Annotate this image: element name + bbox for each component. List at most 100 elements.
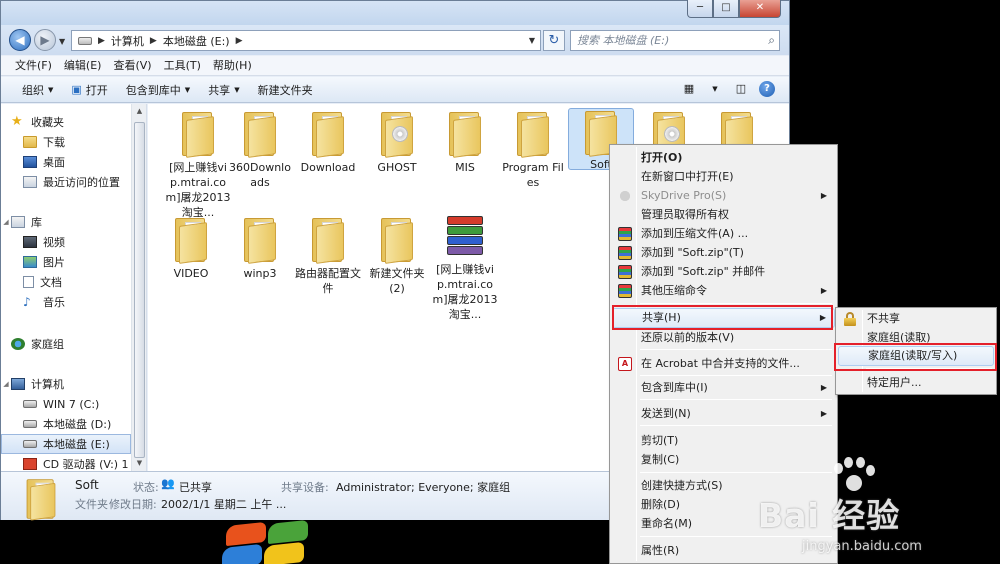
scroll-down-arrow-icon[interactable]: ▼ [132, 456, 147, 471]
nav-label: CD 驱动器 (V:) 1 [43, 458, 129, 471]
submenu-arrow-icon: ▶ [820, 191, 827, 200]
view-options-icon[interactable]: ▦ [681, 81, 697, 97]
nav-drive-cd[interactable]: CD 驱动器 (V:) 1 [1, 454, 131, 471]
file-item[interactable]: Download [295, 110, 361, 175]
menu-separator [640, 375, 832, 376]
desktop-icon [23, 156, 37, 168]
chevron-right-icon[interactable]: ▶ [150, 36, 157, 46]
file-item[interactable]: MIS [432, 110, 498, 175]
title-bar: ─ □ ✕ [1, 0, 789, 25]
menu-item-add-soft-zip-email[interactable]: 添加到 "Soft.zip" 并邮件 [612, 262, 835, 282]
tree-toggle[interactable]: ◢ [1, 380, 11, 388]
detail-status-label: 状态: [133, 481, 159, 494]
menu-label: 属性(R) [641, 544, 680, 557]
nav-downloads[interactable]: 下载 [1, 132, 131, 152]
file-item[interactable]: [网上赚钱vip.mtrai.com]屠龙2013淘宝... [432, 216, 498, 322]
back-button[interactable]: ◀ [9, 29, 31, 51]
submenu-item-specific-users[interactable]: 特定用户... [838, 373, 994, 393]
menu-item-include-library[interactable]: 包含到库中(I) ▶ [612, 378, 835, 398]
chevron-down-icon[interactable]: ▼ [707, 81, 723, 97]
computer-icon [11, 378, 25, 390]
file-name: VIDEO [173, 267, 209, 280]
music-icon: ♪ [23, 295, 31, 309]
file-item[interactable]: GHOST [364, 110, 430, 175]
menu-item-other-compress[interactable]: 其他压缩命令 ▶ [612, 281, 835, 301]
maximize-button[interactable]: □ [713, 0, 739, 18]
menu-item-cut[interactable]: 剪切(T) [612, 431, 835, 451]
acrobat-icon: A [618, 357, 632, 371]
folder-icon [242, 112, 278, 158]
file-item[interactable]: [网上赚钱vip.mtrai.com]屠龙2013淘宝... [165, 110, 231, 220]
folder-icon [25, 479, 57, 521]
recent-pages-dropdown[interactable]: ▼ [59, 37, 65, 46]
address-field[interactable]: ▶ 计算机 ▶ 本地磁盘 (E:) ▶ ▼ [71, 30, 541, 51]
include-library-button[interactable]: 包含到库中 ▼ [117, 82, 199, 98]
menu-tools[interactable]: 工具(T) [158, 56, 207, 75]
help-icon[interactable]: ? [759, 81, 775, 97]
nav-drive-e[interactable]: 本地磁盘 (E:) [1, 434, 131, 454]
refresh-button[interactable]: ↻ [543, 30, 565, 51]
nav-drive-c[interactable]: WIN 7 (C:) [1, 394, 131, 414]
organize-button[interactable]: 组织 ▼ [13, 82, 62, 98]
file-item[interactable]: Program Files [500, 110, 566, 190]
menu-item-skydrive[interactable]: SkyDrive Pro(S) ▶ [612, 186, 835, 206]
command-bar: 组织 ▼ ▣ 打开 包含到库中 ▼ 共享 ▼ 新建文件夹 ▦ ▼ ◫ ? [1, 77, 789, 103]
address-bar-area: ◀ ▶ ▼ ▶ 计算机 ▶ 本地磁盘 (E:) ▶ ▼ ↻ 搜索 本地磁盘 (E… [1, 25, 789, 55]
forward-button[interactable]: ▶ [34, 29, 56, 51]
file-item[interactable]: winp3 [227, 216, 293, 281]
menu-item-add-archive[interactable]: 添加到压缩文件(A) ... [612, 224, 835, 244]
detail-modified-value: 2002/1/1 星期二 上午 ... [161, 498, 287, 511]
nav-pictures[interactable]: 图片 [1, 252, 131, 272]
nav-favorites[interactable]: ★ 收藏夹 [1, 112, 131, 132]
minimize-button[interactable]: ─ [687, 0, 713, 18]
menu-help[interactable]: 帮助(H) [207, 56, 258, 75]
file-item[interactable]: VIDEO [158, 216, 224, 281]
menu-item-open[interactable]: 打开(O) [612, 148, 835, 168]
nav-desktop[interactable]: 桌面 [1, 152, 131, 172]
share-button[interactable]: 共享 ▼ [199, 82, 248, 98]
scroll-thumb[interactable] [134, 122, 145, 458]
nav-recent[interactable]: 最近访问的位置 [1, 172, 131, 192]
nav-videos[interactable]: 视频 [1, 232, 131, 252]
file-item[interactable]: 新建文件夹 (2) [364, 216, 430, 296]
search-icon[interactable]: ⌕ [768, 31, 775, 50]
star-icon: ★ [11, 114, 23, 129]
nav-drive-d[interactable]: 本地磁盘 (D:) [1, 414, 131, 434]
menu-label: 特定用户... [867, 376, 922, 389]
new-folder-button[interactable]: 新建文件夹 [249, 82, 322, 98]
drive-icon [23, 440, 37, 448]
nav-computer[interactable]: ◢ 计算机 [1, 374, 131, 394]
nav-scrollbar[interactable]: ▲ ▼ [131, 104, 146, 471]
file-item[interactable]: 路由器配置文件 [295, 216, 361, 296]
menu-view[interactable]: 查看(V) [107, 56, 157, 75]
nav-music[interactable]: ♪ 音乐 [1, 292, 131, 312]
chevron-right-icon[interactable]: ▶ [236, 36, 243, 46]
submenu-item-no-share[interactable]: 不共享 [838, 309, 994, 329]
open-button[interactable]: ▣ 打开 [62, 82, 116, 98]
preview-pane-icon[interactable]: ◫ [733, 81, 749, 97]
close-button[interactable]: ✕ [739, 0, 781, 18]
menu-item-restore-versions[interactable]: 还原以前的版本(V) [612, 328, 835, 348]
nav-documents[interactable]: 文档 [1, 272, 131, 292]
menu-item-take-ownership[interactable]: 管理员取得所有权 [612, 205, 835, 225]
menu-file[interactable]: 文件(F) [9, 56, 58, 75]
detail-modified-label: 修改日期: [109, 498, 157, 511]
breadcrumb-drive-e[interactable]: 本地磁盘 (E:) [163, 33, 230, 49]
highlight-box-homegroup-readwrite [834, 343, 997, 371]
nav-homegroup[interactable]: 家庭组 [1, 334, 131, 354]
search-input[interactable]: 搜索 本地磁盘 (E:) ⌕ [570, 30, 780, 51]
chevron-right-icon[interactable]: ▶ [98, 36, 105, 46]
menu-item-add-soft-zip[interactable]: 添加到 "Soft.zip"(T) [612, 243, 835, 263]
address-dropdown-icon[interactable]: ▼ [524, 36, 540, 45]
scroll-up-arrow-icon[interactable]: ▲ [132, 104, 147, 119]
nav-libraries[interactable]: ◢ 库 [1, 212, 131, 232]
nav-label: 最近访问的位置 [43, 176, 120, 189]
menu-item-send-to[interactable]: 发送到(N) ▶ [612, 404, 835, 424]
tree-toggle[interactable]: ◢ [1, 218, 11, 226]
menu-item-acrobat[interactable]: A 在 Acrobat 中合并支持的文件... [612, 354, 835, 374]
menu-separator [640, 425, 832, 426]
file-item[interactable]: 360Downloads [227, 110, 293, 190]
breadcrumb-computer[interactable]: 计算机 [111, 33, 144, 49]
menu-item-open-new-window[interactable]: 在新窗口中打开(E) [612, 167, 835, 187]
menu-edit[interactable]: 编辑(E) [58, 56, 108, 75]
